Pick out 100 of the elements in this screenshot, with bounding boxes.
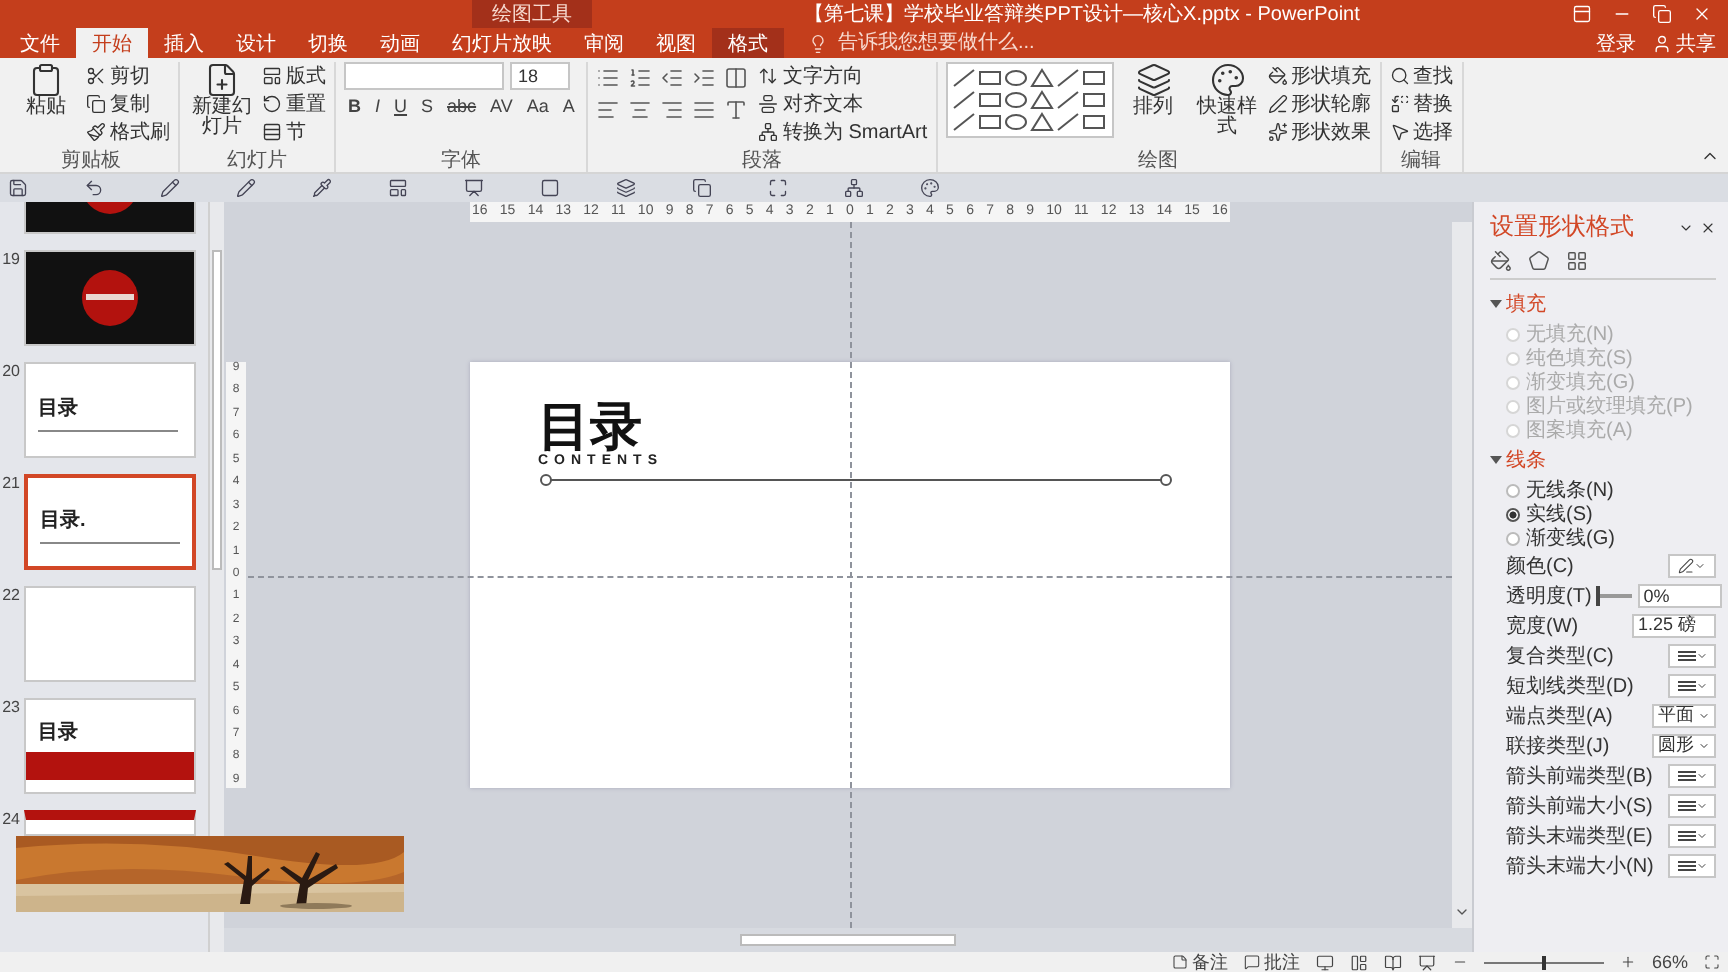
ribbon-button[interactable]: 重置 <box>262 90 326 116</box>
shape-icon[interactable] <box>977 112 1002 132</box>
shape-icon[interactable] <box>1029 112 1054 132</box>
ribbon-button[interactable]: 转换为 SmartArt <box>758 118 928 144</box>
ribbon-button[interactable]: 粘贴 <box>12 62 80 118</box>
format-button[interactable]: I <box>371 96 385 116</box>
ribbon-tab[interactable]: 切换 <box>292 28 364 58</box>
dropdown[interactable]: 平面 <box>1652 703 1716 727</box>
font-name-field[interactable] <box>344 62 504 90</box>
scroll-down-icon[interactable] <box>1454 904 1470 920</box>
lines-icon <box>1677 649 1695 661</box>
shape-icon[interactable] <box>1055 68 1080 88</box>
shape-icon[interactable] <box>951 90 976 110</box>
line-style-dropdown[interactable] <box>1668 763 1716 787</box>
ribbon-button[interactable]: 新建幻灯片 <box>188 62 256 138</box>
section-header[interactable]: 填充 <box>1490 286 1716 322</box>
format-button[interactable]: B <box>344 96 365 116</box>
lines-icon <box>1677 769 1695 781</box>
ribbon-button[interactable]: 格式刷 <box>86 118 170 144</box>
ribbon-button[interactable]: 形状效果 <box>1267 118 1372 144</box>
ribbon-button[interactable]: 快速样式 <box>1193 62 1262 138</box>
section-header[interactable]: 线条 <box>1490 442 1716 478</box>
format-button[interactable]: Aa <box>522 96 553 116</box>
comments-button[interactable]: 批注 <box>1243 949 1300 972</box>
line-style-dropdown[interactable] <box>1668 643 1716 667</box>
radio-button[interactable] <box>1506 531 1520 545</box>
selected-line[interactable] <box>538 472 1174 488</box>
format-button[interactable]: A <box>558 96 579 116</box>
slide-thumbnail[interactable]: 目录 <box>24 698 196 794</box>
ribbon-button[interactable]: 形状填充 <box>1267 62 1372 88</box>
spin-field[interactable]: 0% <box>1637 583 1722 607</box>
shape-icon[interactable] <box>977 90 1002 110</box>
shape-icon[interactable] <box>1003 90 1028 110</box>
shape-icon[interactable] <box>977 68 1002 88</box>
shape-icon[interactable] <box>1055 112 1080 132</box>
color-picker[interactable] <box>1668 553 1716 577</box>
shape-icon[interactable] <box>951 68 976 88</box>
ribbon-tab[interactable]: 开始 <box>76 28 148 58</box>
shape-gallery[interactable] <box>945 62 1114 138</box>
dropdown[interactable]: 圆形 <box>1652 733 1716 757</box>
ribbon-button[interactable]: 版式 <box>262 62 326 88</box>
align-text-icon <box>758 93 779 113</box>
shape-icon[interactable] <box>1029 68 1054 88</box>
shape-icon[interactable] <box>1003 112 1028 132</box>
ribbon-tab[interactable]: 审阅 <box>568 28 640 58</box>
line-style-dropdown[interactable] <box>1668 853 1716 877</box>
format-button[interactable]: S <box>417 96 438 116</box>
ribbon-button[interactable]: 选择 <box>1389 118 1454 144</box>
share-button[interactable]: 共享 <box>1652 29 1716 57</box>
ribbon-tab[interactable]: 文件 <box>4 28 76 58</box>
ribbon-button[interactable]: 节 <box>262 118 326 144</box>
shape-icon[interactable] <box>1081 68 1106 88</box>
font-size-field[interactable]: 18 <box>510 62 570 90</box>
property-label: 短划线类型(D) <box>1506 673 1634 699</box>
option-label: 图片或纹理填充(P) <box>1526 393 1693 419</box>
slider-thumb[interactable] <box>1595 585 1600 605</box>
shape-icon[interactable] <box>1029 90 1054 110</box>
ribbon-button[interactable]: 对齐文本 <box>758 90 928 116</box>
group-label: 编辑 <box>1399 150 1444 172</box>
shape-icon[interactable] <box>951 112 976 132</box>
shape-icon[interactable] <box>1081 112 1106 132</box>
radio-button[interactable] <box>1506 507 1520 521</box>
palette-icon <box>920 178 940 198</box>
spin-field[interactable]: 1.25 磅 <box>1632 613 1716 637</box>
indent-icon <box>692 66 717 90</box>
ribbon-button[interactable]: 替换 <box>1389 90 1454 116</box>
ribbon-tab[interactable]: 设计 <box>220 28 292 58</box>
format-button[interactable]: U <box>390 96 412 116</box>
zoom-thumb[interactable] <box>1541 955 1546 969</box>
ribbon-button[interactable]: 排列 <box>1119 62 1188 118</box>
radio-button[interactable] <box>1506 483 1520 497</box>
group-icon <box>844 178 864 198</box>
line-style-dropdown[interactable] <box>1668 823 1716 847</box>
reset-icon <box>262 93 282 113</box>
slide-thumbnail[interactable]: 目录 <box>24 362 196 458</box>
shape-icon[interactable] <box>1003 68 1028 88</box>
slide-thumbnail[interactable] <box>24 810 196 836</box>
ribbon-button[interactable]: 查找 <box>1389 62 1454 88</box>
format-button[interactable]: AV <box>486 96 517 116</box>
reading-view-icon <box>1383 953 1402 971</box>
tell-me-field[interactable]: 告诉我您想要做什么... <box>800 28 1102 58</box>
ribbon-button[interactable]: 复制 <box>86 90 170 116</box>
slide-thumbnail[interactable]: 目录. <box>24 474 196 570</box>
ribbon-tab[interactable]: 幻灯片放映 <box>436 28 568 58</box>
sign-in-link[interactable]: 登录 <box>1596 29 1636 57</box>
ribbon-tab[interactable]: 格式 <box>712 28 784 58</box>
group-label: 段落 <box>740 150 785 172</box>
ribbon-button[interactable]: 形状轮廓 <box>1267 90 1372 116</box>
format-button[interactable]: abc <box>443 96 481 116</box>
notes-button[interactable]: 备注 <box>1171 949 1228 972</box>
shape-icon[interactable] <box>1081 90 1106 110</box>
ribbon-tab[interactable]: 视图 <box>640 28 712 58</box>
line-style-dropdown[interactable] <box>1668 793 1716 817</box>
shape-icon[interactable] <box>1055 90 1080 110</box>
ribbon-tab[interactable]: 动画 <box>364 28 436 58</box>
line-style-dropdown[interactable] <box>1668 673 1716 697</box>
ribbon-button[interactable]: 剪切 <box>86 62 170 88</box>
ribbon-tab[interactable]: 插入 <box>148 28 220 58</box>
pane-title: 设置形状格式 <box>1490 210 1634 244</box>
ribbon-button[interactable]: 文字方向 <box>758 62 928 88</box>
